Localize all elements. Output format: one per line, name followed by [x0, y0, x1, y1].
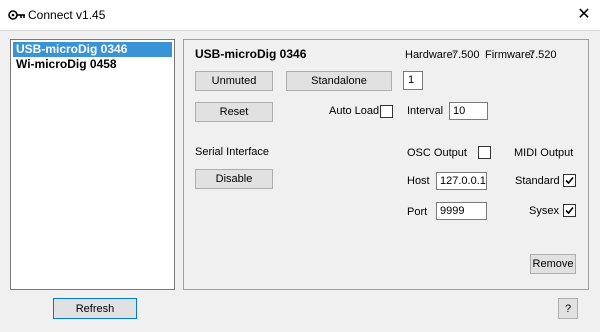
midi-output-label: MIDI Output: [514, 147, 574, 159]
host-input[interactable]: 127.0.0.1: [436, 172, 487, 190]
refresh-button[interactable]: Refresh: [53, 298, 137, 319]
firmware-label: Firmware:: [485, 49, 534, 61]
help-button[interactable]: ?: [558, 298, 578, 319]
list-item-device[interactable]: USB-microDig 0346: [13, 42, 172, 57]
device-list[interactable]: USB-microDig 0346 Wi-microDig 0458: [10, 39, 175, 290]
disable-button[interactable]: Disable: [195, 169, 273, 189]
sysex-label: Sysex: [529, 205, 559, 217]
auto-load-checkbox[interactable]: [380, 105, 393, 118]
standard-label: Standard: [515, 175, 560, 187]
firmware-version: 7.520: [529, 49, 557, 61]
hardware-version: 7.500: [452, 49, 480, 61]
host-label: Host: [407, 175, 430, 187]
serial-interface-label: Serial Interface: [195, 146, 269, 158]
list-item-device[interactable]: Wi-microDig 0458: [13, 57, 172, 72]
checkmark-icon: [565, 206, 574, 215]
connect-icon: [8, 10, 25, 20]
standard-checkbox[interactable]: [563, 174, 576, 187]
interval-label: Interval: [407, 105, 444, 117]
remove-button[interactable]: Remove: [530, 254, 576, 274]
auto-load-label: Auto Load: [329, 105, 380, 117]
port-label: Port: [407, 206, 428, 218]
checkmark-icon: [565, 176, 574, 185]
unmuted-button[interactable]: Unmuted: [195, 71, 273, 91]
osc-output-checkbox[interactable]: [478, 146, 491, 159]
hardware-label: Hardware:: [405, 49, 456, 61]
sysex-checkbox[interactable]: [563, 204, 576, 217]
close-icon: ✕: [577, 6, 591, 23]
osc-output-label: OSC Output: [407, 147, 467, 159]
reset-button[interactable]: Reset: [195, 102, 273, 122]
device-name: USB-microDig 0346: [195, 47, 307, 61]
standalone-value: 1: [403, 71, 423, 90]
close-button[interactable]: ✕: [570, 2, 598, 28]
port-input[interactable]: 9999: [436, 202, 487, 220]
interval-input[interactable]: 10: [449, 102, 488, 120]
standalone-button[interactable]: Standalone: [286, 71, 392, 91]
window-title: Connect v1.45: [28, 8, 106, 22]
